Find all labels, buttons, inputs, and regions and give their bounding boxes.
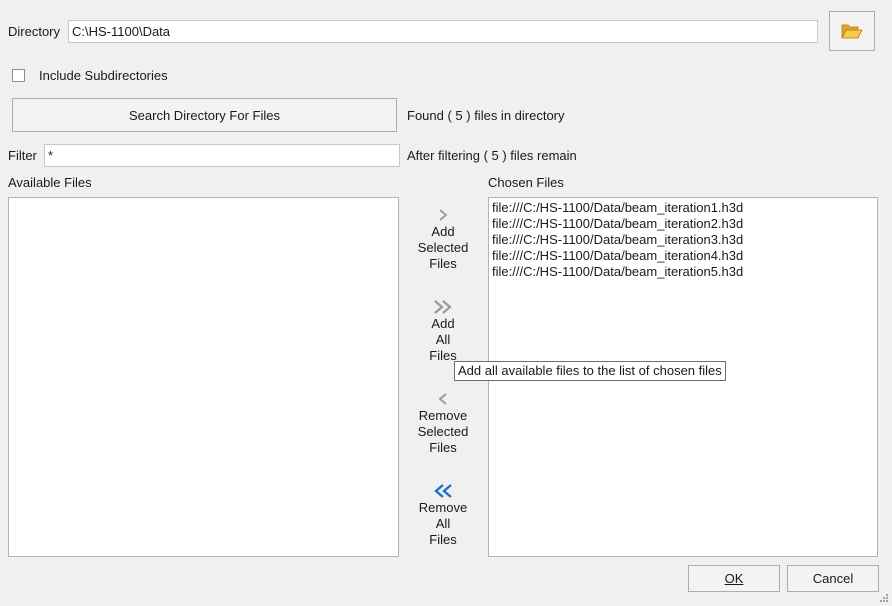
filter-status: After filtering ( 5 ) files remain	[407, 148, 577, 163]
remove-selected-files-button[interactable]: Remove Selected Files	[403, 388, 483, 456]
found-files-status: Found ( 5 ) files in directory	[407, 108, 565, 123]
filter-input[interactable]: *	[44, 144, 400, 167]
double-chevron-left-icon	[434, 483, 452, 498]
available-files-list[interactable]	[8, 197, 399, 557]
available-files-header: Available Files	[8, 175, 92, 190]
add-selected-files-label-3: Files	[429, 256, 457, 271]
search-directory-button-label: Search Directory For Files	[129, 107, 280, 123]
ok-button[interactable]: OK	[688, 565, 780, 592]
add-selected-files-label-2: Selected	[417, 240, 469, 255]
list-item[interactable]: file:///C:/HS-1100/Data/beam_iteration5.…	[489, 264, 877, 280]
remove-selected-files-label-3: Files	[429, 440, 457, 455]
add-selected-files-label-1: Add	[431, 224, 455, 239]
remove-all-files-button[interactable]: Remove All Files	[403, 480, 483, 548]
add-all-files-label-1: Add	[431, 316, 455, 331]
remove-selected-files-label-2: Selected	[417, 424, 469, 439]
cancel-button[interactable]: Cancel	[787, 565, 879, 592]
include-subdirectories-checkbox[interactable]	[12, 69, 25, 82]
resize-grip-icon[interactable]	[879, 593, 889, 603]
list-item[interactable]: file:///C:/HS-1100/Data/beam_iteration2.…	[489, 216, 877, 232]
add-all-files-button[interactable]: Add All Files	[403, 296, 483, 364]
add-all-files-label-2: All	[435, 332, 451, 347]
ok-button-label: OK	[724, 571, 744, 586]
chevron-right-icon	[439, 208, 448, 221]
remove-selected-files-label-1: Remove	[418, 408, 468, 423]
list-item[interactable]: file:///C:/HS-1100/Data/beam_iteration3.…	[489, 232, 877, 248]
remove-all-files-label-1: Remove	[418, 500, 468, 515]
chosen-files-header: Chosen Files	[488, 175, 564, 190]
search-directory-button[interactable]: Search Directory For Files	[12, 98, 397, 132]
include-subdirectories-label: Include Subdirectories	[39, 68, 168, 83]
cancel-button-label: Cancel	[812, 571, 854, 586]
filter-label: Filter	[8, 148, 37, 163]
browse-directory-button[interactable]	[829, 11, 875, 51]
folder-open-icon	[841, 24, 863, 39]
directory-label: Directory	[8, 24, 61, 39]
directory-input[interactable]: C:\HS-1100\Data	[68, 20, 818, 43]
list-item[interactable]: file:///C:/HS-1100/Data/beam_iteration1.…	[489, 200, 877, 216]
add-selected-files-button[interactable]: Add Selected Files	[403, 204, 483, 272]
remove-all-files-label-3: Files	[429, 532, 457, 547]
remove-all-files-label-2: All	[435, 516, 451, 531]
double-chevron-right-icon	[434, 299, 452, 314]
chevron-left-icon	[438, 392, 447, 405]
list-item[interactable]: file:///C:/HS-1100/Data/beam_iteration4.…	[489, 248, 877, 264]
add-all-tooltip: Add all available files to the list of c…	[454, 361, 726, 381]
